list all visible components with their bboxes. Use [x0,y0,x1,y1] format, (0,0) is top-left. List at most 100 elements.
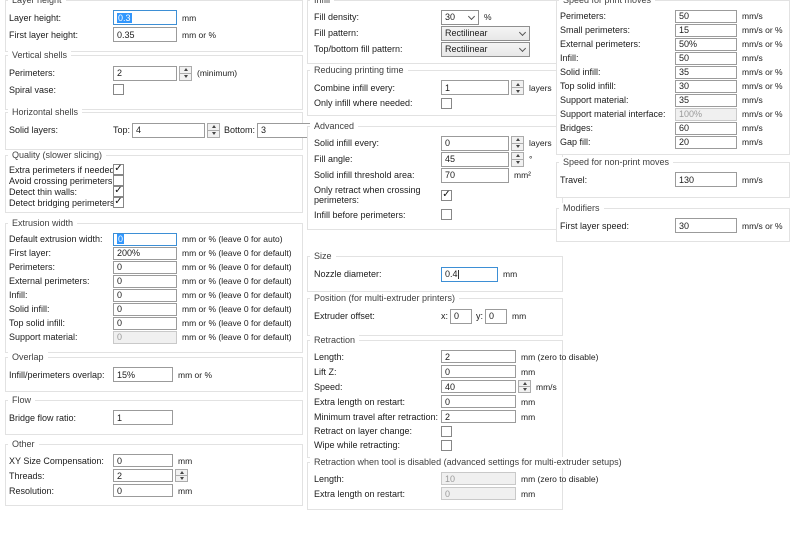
speed-for-print-moves-solid-infill-control-area: 35mm/s or % [675,66,789,79]
other-threads-spin-down-button[interactable] [175,475,188,482]
extrusion-width-solid-infill-input[interactable]: 0 [113,303,177,316]
speed-for-print-moves-bridges-unit: mm/s [742,123,763,133]
retraction-lift-z-value: 0 [445,367,450,377]
position-for-multi-extruder-printers-extruder-offset-y-input[interactable]: 0 [485,309,507,324]
modifiers-first-layer-speed-input[interactable]: 30 [675,218,737,233]
quality-slower-slicing-extra-perimeters-if-needed-checkbox[interactable] [113,164,124,175]
infill-top-bottom-fill-pattern-control-area: Rectilinear [441,42,562,57]
quality-slower-slicing-detect-bridging-perimeters-checkbox[interactable] [113,197,124,208]
infill-top-bottom-fill-pattern-dropdown[interactable]: Rectilinear [441,42,530,57]
speed-for-print-moves-solid-infill-input[interactable]: 35 [675,66,737,79]
extrusion-width-perimeters-input[interactable]: 0 [113,261,177,274]
extrusion-width-external-perimeters-control-area: 0mm or % (leave 0 for default) [113,275,302,288]
other-xy-size-compensation-label: XY Size Compensation: [9,456,113,466]
retraction-when-tool-is-disabled-advanced-settings-for-multi-extruder-setups-length-value: 10 [445,474,455,484]
advanced-only-retract-when-crossing-perimeters-checkbox[interactable] [441,190,452,201]
retraction-minimum-travel-after-retraction-label: Minimum travel after retraction: [314,412,441,422]
speed-for-print-moves-support-material-label: Support material: [560,95,675,105]
other-threads-control-area: 2 [113,469,302,482]
retraction-when-tool-is-disabled-advanced-settings-for-multi-extruder-setups-length-input[interactable]: 10 [441,472,516,485]
retraction-wipe-while-retracting-checkbox[interactable] [441,440,452,451]
reducing-printing-time-combine-infill-every-input[interactable]: 1 [441,80,509,95]
size-nozzle-diameter-input[interactable]: 0.4 [441,267,498,282]
retraction-length-input[interactable]: 2 [441,350,516,363]
advanced-rows: Solid infill every:0layersFill angle:45°… [308,127,562,222]
speed-for-print-moves-support-material-input[interactable]: 35 [675,94,737,107]
speed-for-print-moves-infill-value: 50 [679,53,689,63]
extrusion-width-default-extrusion-width-control-area: 0mm or % (leave 0 for auto) [113,233,302,246]
size-rows: Nozzle diameter:0.4mm [308,257,562,283]
other-threads-input[interactable]: 2 [113,469,173,482]
extrusion-width-external-perimeters-input[interactable]: 0 [113,275,177,288]
speed-for-print-moves-perimeters-input[interactable]: 50 [675,10,737,23]
advanced-solid-infill-every-spin-down-button[interactable] [511,143,524,151]
extrusion-width-first-layer-input[interactable]: 200% [113,247,177,260]
overlap-infill-perimeters-overlap-input[interactable]: 15% [113,367,173,382]
position-for-multi-extruder-printers-extruder-offset-x-input[interactable]: 0 [450,309,472,324]
layer-height-layer-height-unit: mm [182,13,196,23]
arrow-up-icon [184,68,188,71]
advanced-solid-infill-threshold-area-input[interactable]: 70 [441,168,509,183]
speed-for-print-moves-small-perimeters-input[interactable]: 15 [675,24,737,37]
other-xy-size-compensation-input[interactable]: 0 [113,454,173,467]
advanced-solid-infill-every-label: Solid infill every: [314,138,441,148]
retraction-speed-spin-down-button[interactable] [518,386,531,393]
retraction-minimum-travel-after-retraction-input[interactable]: 2 [441,410,516,423]
extrusion-width-external-perimeters-label: External perimeters: [9,276,113,286]
speed-for-print-moves-external-perimeters-input[interactable]: 50% [675,38,737,51]
row-first-layer-height: First layer height:0.35mm or % [9,26,302,43]
advanced-fill-angle-spin-down-button[interactable] [511,159,524,167]
retraction-when-tool-is-disabled-advanced-settings-for-multi-extruder-setups-extra-length-on-restart-input[interactable]: 0 [441,487,516,500]
reducing-printing-time-only-infill-where-needed-checkbox[interactable] [441,98,452,109]
advanced-fill-angle-input[interactable]: 45 [441,152,509,167]
infill-top-bottom-fill-pattern-selected-value: Rectilinear [445,44,518,54]
horizontal-shells-solid-layers-top-input[interactable]: 4 [132,123,205,138]
speed-for-print-moves-small-perimeters-control-area: 15mm/s or % [675,24,789,37]
layer-height-layer-height-input[interactable]: 0.3 [113,10,177,25]
section-layer-height: Layer heightLayer height:0.3mmFirst laye… [5,0,303,52]
extrusion-width-support-material-input[interactable]: 0 [113,331,177,344]
other-resolution-label: Resolution: [9,486,113,496]
size-nozzle-diameter-unit: mm [503,269,517,279]
vertical-shells-perimeters-input[interactable]: 2 [113,66,177,81]
speed-for-print-moves-gap-fill-input[interactable]: 20 [675,136,737,149]
vertical-shells-perimeters-spin-down-button[interactable] [179,73,192,81]
layer-height-first-layer-height-input[interactable]: 0.35 [113,27,177,42]
speed-for-print-moves-infill-input[interactable]: 50 [675,52,737,65]
other-resolution-input[interactable]: 0 [113,484,173,497]
extrusion-width-infill-label: Infill: [9,290,113,300]
infill-fill-density-dropdown[interactable]: 30 [441,10,479,25]
flow-bridge-flow-ratio-input[interactable]: 1 [113,410,173,425]
row-only-retract-when-crossing-perimeters: Only retract when crossing perimeters: [314,183,562,207]
advanced-solid-infill-threshold-area-control-area: 70mm² [441,168,562,183]
advanced-only-retract-when-crossing-perimeters-label: Only retract when crossing perimeters: [314,185,441,205]
section-vertical-shells: Vertical shellsPerimeters:2(minimum)Spir… [5,55,303,110]
row-infill-before-perimeters: Infill before perimeters: [314,207,562,222]
other-threads-value: 2 [117,471,122,481]
horizontal-shells-solid-layers-top-spin-down-button[interactable] [207,130,220,138]
vertical-shells-spiral-vase-checkbox[interactable] [113,84,124,95]
extrusion-width-support-material-label: Support material: [9,332,113,342]
retraction-speed-input[interactable]: 40 [441,380,516,393]
retraction-retract-on-layer-change-checkbox[interactable] [441,426,452,437]
overlap-infill-perimeters-overlap-control-area: 15%mm or % [113,367,302,382]
extrusion-width-top-solid-infill-value: 0 [117,318,122,328]
retraction-extra-length-on-restart-input[interactable]: 0 [441,395,516,408]
retraction-lift-z-input[interactable]: 0 [441,365,516,378]
checkmark-icon [114,164,122,174]
extrusion-width-top-solid-infill-input[interactable]: 0 [113,317,177,330]
extrusion-width-infill-input[interactable]: 0 [113,289,177,302]
arrow-down-icon [523,388,527,391]
infill-fill-pattern-dropdown[interactable]: Rectilinear [441,26,530,41]
reducing-printing-time-combine-infill-every-spin-down-button[interactable] [511,87,524,95]
other-xy-size-compensation-control-area: 0mm [113,454,302,467]
speed-for-print-moves-support-material-interface-input[interactable]: 100% [675,108,737,121]
advanced-solid-infill-every-input[interactable]: 0 [441,136,509,151]
extrusion-width-default-extrusion-width-input[interactable]: 0 [113,233,177,246]
speed-for-non-print-moves-travel-input[interactable]: 130 [675,172,737,187]
speed-for-print-moves-top-solid-infill-input[interactable]: 30 [675,80,737,93]
row-solid-infill: Solid infill:0mm or % (leave 0 for defau… [9,302,302,316]
speed-for-print-moves-bridges-input[interactable]: 60 [675,122,737,135]
section-title-speed-for-print-moves: Speed for print moves [559,0,655,6]
advanced-infill-before-perimeters-checkbox[interactable] [441,209,452,220]
